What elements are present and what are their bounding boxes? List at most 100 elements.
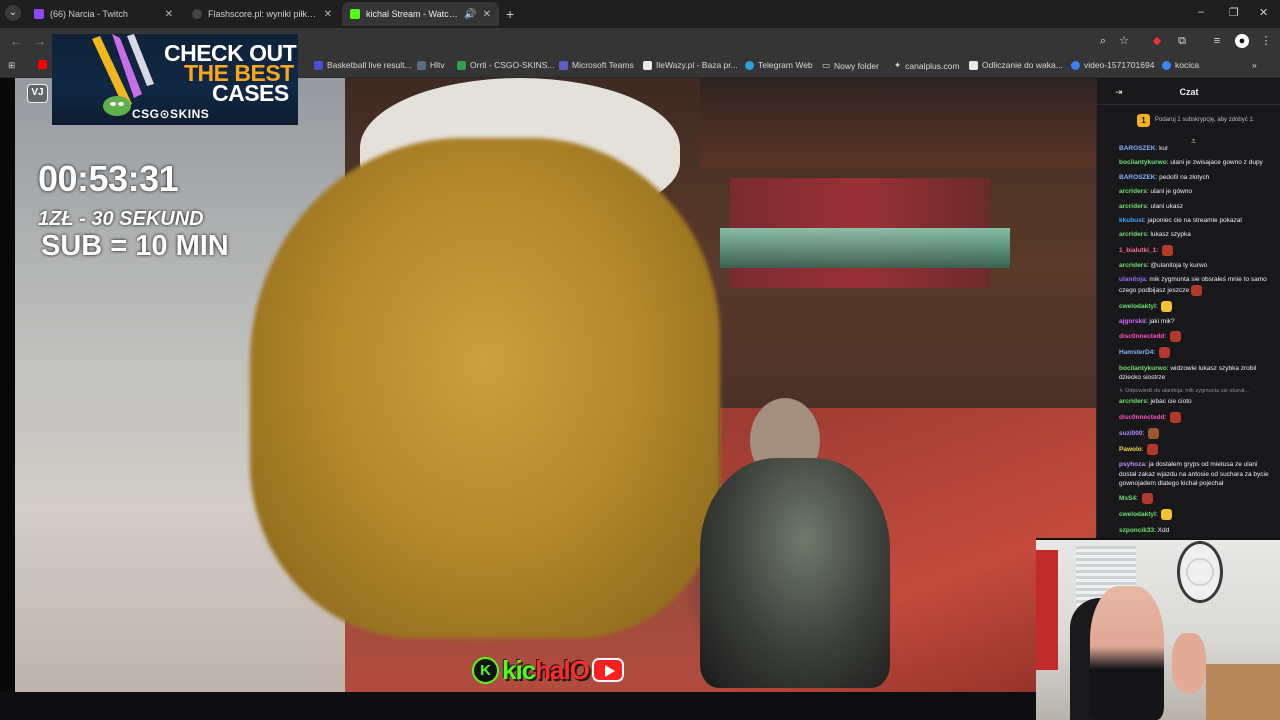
chat-username[interactable]: arcriders (1119, 262, 1147, 269)
bookmark-item[interactable]: Orrti - CSGO-SKINS... (457, 60, 555, 70)
gift-badge-icon: 1 (1137, 113, 1150, 127)
chat-username[interactable]: cwelodaktyl (1119, 303, 1156, 310)
back-arrow-icon[interactable]: ← (10, 34, 22, 48)
chat-emote-icon (1161, 244, 1173, 256)
chat-panel: ⇥ Czat 1 Podaruj 1 subskrypcję, aby zdob… (1096, 78, 1280, 538)
chat-messages: BAROSZEK: kur bocilantykurwo: ulani je zw… (1119, 144, 1273, 540)
tab-kick-stream[interactable]: kichal Stream - Watch Live 🔊 ✕ (342, 2, 499, 26)
forward-arrow-icon[interactable]: → (34, 34, 46, 48)
chat-text: jaki mik? (1149, 317, 1175, 325)
chat-message: kkubust: japoniec cie na streamie pokaza… (1119, 216, 1273, 225)
chat-emote-icon (1191, 284, 1203, 296)
channel-name-part: hal (535, 654, 571, 685)
close-tab-icon[interactable]: ✕ (165, 9, 173, 20)
chat-text: ulani je gówno (1150, 188, 1193, 196)
tab-title: kichal Stream - Watch Live (366, 9, 458, 19)
chat-username[interactable]: BAROSZEK (1119, 145, 1155, 152)
chat-username[interactable]: bocilantykurwo (1119, 365, 1167, 372)
youtube-logo-icon (591, 658, 624, 682)
tab-audio-icon[interactable]: 🔊 (464, 9, 476, 20)
chat-message: arcriders: jebac cie cioto (1119, 397, 1273, 406)
bookmarks-overflow-icon[interactable]: » (1252, 60, 1257, 70)
chat-username[interactable]: HamsterD4 (1119, 350, 1153, 357)
chat-separator: : (1153, 349, 1157, 357)
chat-message: BAROSZEK: pedofil na złotych (1119, 173, 1273, 182)
menu-kebab-icon[interactable]: ⋮ (1259, 34, 1273, 48)
chat-username[interactable]: psyhoza (1119, 461, 1145, 468)
bookmark-item[interactable]: Microsoft Teams (559, 60, 634, 70)
restore-button[interactable]: ❐ (1229, 6, 1239, 19)
chat-username[interactable]: ulanitoja (1119, 276, 1146, 283)
chat-username[interactable]: ajgorskii (1119, 318, 1146, 325)
bookmark-item[interactable]: Basketball live result... (314, 60, 412, 70)
chat-username[interactable]: MsS4 (1119, 495, 1136, 502)
bookmark-item[interactable]: Telegram Web (745, 60, 813, 70)
minimize-button[interactable]: – (1198, 6, 1204, 18)
close-tab-icon[interactable]: ✕ (483, 9, 491, 20)
chat-username[interactable]: BAROSZEK (1119, 174, 1155, 181)
plus-icon: ✦ (894, 60, 902, 70)
bookmark-label: video-1571701694 (1084, 60, 1155, 70)
tab-search-menu-button[interactable]: ⌄ (5, 5, 21, 21)
promo-line-3: CASES (212, 80, 289, 106)
chat-separator: : (1156, 246, 1160, 254)
chat-username[interactable]: kkubust (1119, 217, 1144, 224)
bookmark-item[interactable]: video-1571701694 (1071, 60, 1154, 70)
chat-username[interactable]: disc0nnectedd (1119, 334, 1165, 341)
new-tab-button[interactable]: + (506, 6, 514, 22)
close-window-button[interactable]: ✕ (1259, 6, 1268, 19)
chat-username[interactable]: Pawolo (1119, 446, 1142, 453)
bookmark-item[interactable]: kocica (1162, 60, 1199, 70)
chat-username[interactable]: arcriders (1119, 188, 1147, 195)
media-controls-icon[interactable]: ≡ (1210, 34, 1224, 48)
chat-message: arcriders: ulani ukasz (1119, 202, 1273, 211)
chat-message: ajgorskii: jaki mik? (1119, 317, 1273, 326)
chat-username[interactable]: arcriders (1119, 398, 1147, 405)
bookmark-item[interactable]: Odliczanie do waka... (969, 60, 1063, 70)
close-tab-icon[interactable]: ✕ (324, 9, 332, 20)
bookmark-label: IleWazy.pl - Baza pr... (656, 60, 738, 70)
video-person-wheelchair (700, 458, 890, 688)
chat-username[interactable]: bocilantykurwo (1119, 159, 1167, 166)
chat-username[interactable]: szponcik33 (1119, 527, 1154, 534)
chat-username[interactable]: arcriders (1119, 231, 1147, 238)
chat-username[interactable]: cwelodaktyl (1119, 512, 1156, 519)
extension-icon[interactable]: ◆ (1150, 34, 1164, 48)
chat-message: bocilantykurwo: widzowie lukasz szybka z… (1119, 364, 1273, 382)
bookmark-item[interactable]: ✦ canalplus.com (894, 60, 959, 71)
streamer-webcam (1036, 538, 1280, 720)
apps-grid-icon[interactable]: ⊞ (8, 60, 15, 71)
chat-message: HamsterD4: (1119, 347, 1273, 359)
extensions-puzzle-icon[interactable]: ⧉ (1175, 34, 1189, 48)
bookmark-item[interactable]: Hltv (417, 60, 445, 70)
vj-logo: VJ (27, 84, 48, 103)
bookmark-youtube[interactable] (38, 60, 47, 69)
video-edge (0, 78, 15, 692)
chat-separator: : (1164, 333, 1169, 341)
tab-flashscore[interactable]: Flashscore.pl: wyniki piłki nożnej ✕ (184, 2, 340, 26)
profile-avatar-icon[interactable]: ● (1235, 34, 1249, 48)
chat-username[interactable]: arcriders (1119, 203, 1147, 210)
chat-username[interactable]: 1_bialutki_1 (1119, 247, 1156, 254)
youtube-icon (38, 60, 47, 69)
chat-emote-icon (1148, 428, 1160, 440)
bookmark-label: Telegram Web (758, 60, 813, 70)
channel-name-part: O (569, 654, 590, 685)
gift-sub-banner[interactable]: 1 Podaruj 1 subskrypcję, aby zdobyć 1. (1137, 113, 1254, 127)
channel-watermark: K kichalO (472, 655, 624, 685)
chat-message: ulanitoja: mik zygmunta sie obsrałeś mni… (1119, 275, 1273, 296)
chat-text: ulani je zwisajace gowno z dupy (1170, 159, 1263, 167)
bookmark-folder[interactable]: ▭ Nowy folder (822, 60, 879, 71)
chat-text: ulani ukasz (1150, 202, 1183, 210)
zoom-icon[interactable]: ⌕ (1096, 34, 1110, 48)
chat-username[interactable]: disc0nnectedd (1119, 414, 1165, 421)
chat-emote-icon (1161, 509, 1173, 521)
bookmark-favicon-icon (969, 60, 978, 70)
bookmark-item[interactable]: IleWazy.pl - Baza pr... (643, 60, 738, 70)
bookmark-star-icon[interactable]: ☆ (1117, 34, 1131, 48)
promo-banner[interactable]: CHECK OUT THE BEST CASES CSG⊙SKINS (52, 34, 298, 125)
chat-text: pedofil na złotych (1159, 173, 1210, 181)
chat-username[interactable]: suzi000 (1119, 430, 1143, 437)
tab-twitch[interactable]: (66) Narcia - Twitch ✕ (26, 2, 181, 26)
chat-text: lukasz szypka (1150, 231, 1191, 239)
